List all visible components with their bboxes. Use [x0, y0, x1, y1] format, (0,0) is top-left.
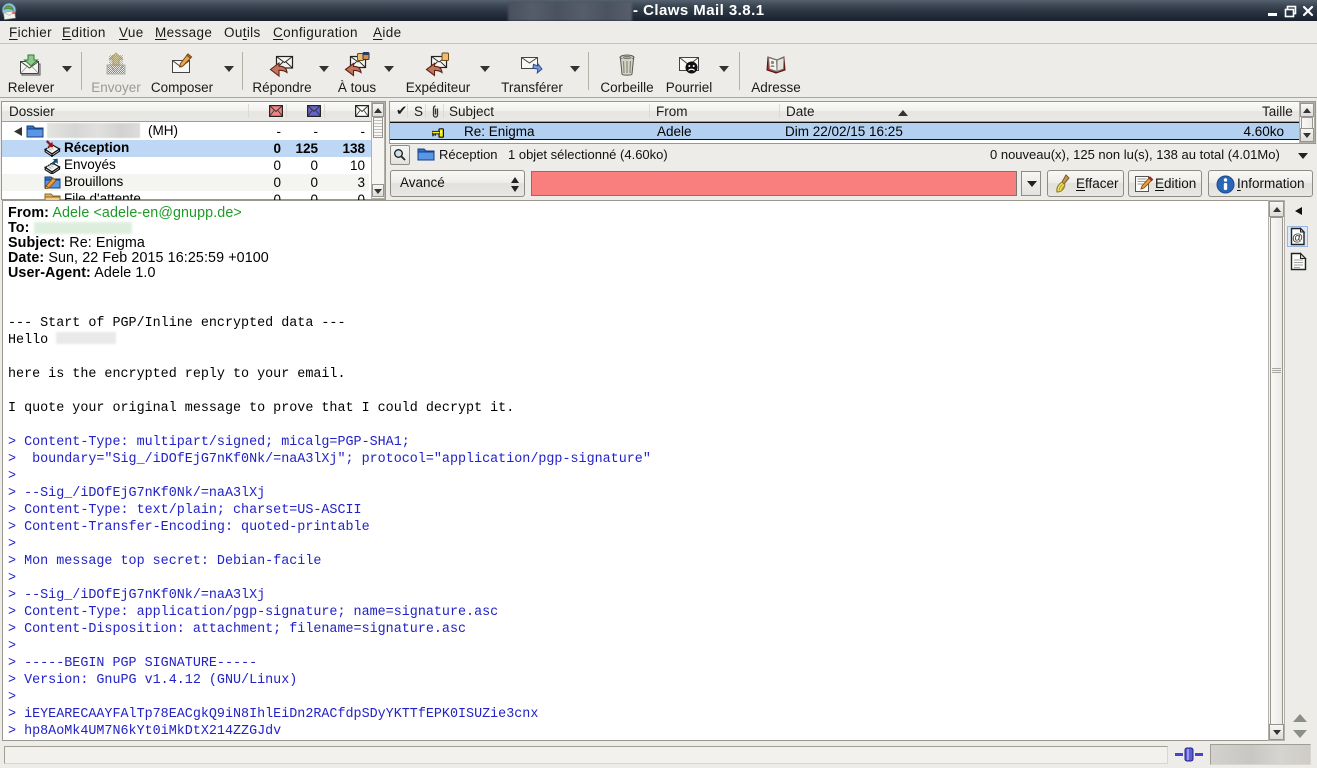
svg-text:@: @	[1292, 232, 1303, 244]
